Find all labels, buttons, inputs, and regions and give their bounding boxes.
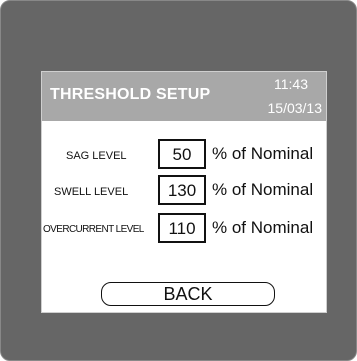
sag-level-row: SAG LEVEL 50 % of Nominal xyxy=(42,139,326,173)
swell-level-row: SWELL LEVEL 130 % of Nominal xyxy=(42,175,326,209)
swell-level-unit: % of Nominal xyxy=(212,180,314,199)
sag-level-label: SAG LEVEL xyxy=(66,150,127,162)
clock-time: 11:43 xyxy=(274,76,308,92)
device-bezel: THRESHOLD SETUP 11:43 15/03/13 SAG LEVEL… xyxy=(0,0,357,361)
page-title: THRESHOLD SETUP xyxy=(50,86,211,103)
swell-level-label: SWELL LEVEL xyxy=(54,186,129,198)
overcurrent-level-row: OVERCURRENT LEVEL 110 % of Nominal xyxy=(42,213,326,247)
sag-level-unit: % of Nominal xyxy=(212,144,314,163)
clock-date: 15/03/13 xyxy=(267,100,323,116)
overcurrent-level-unit: % of Nominal xyxy=(212,218,314,237)
overcurrent-level-input[interactable]: 110 xyxy=(158,213,206,243)
overcurrent-level-label: OVERCURRENT LEVEL xyxy=(43,224,144,235)
touch-screen: THRESHOLD SETUP 11:43 15/03/13 SAG LEVEL… xyxy=(41,71,327,313)
header-bar: THRESHOLD SETUP 11:43 15/03/13 xyxy=(42,72,326,121)
swell-level-input[interactable]: 130 xyxy=(158,175,206,205)
sag-level-input[interactable]: 50 xyxy=(158,139,206,169)
back-button[interactable]: BACK xyxy=(101,282,275,306)
